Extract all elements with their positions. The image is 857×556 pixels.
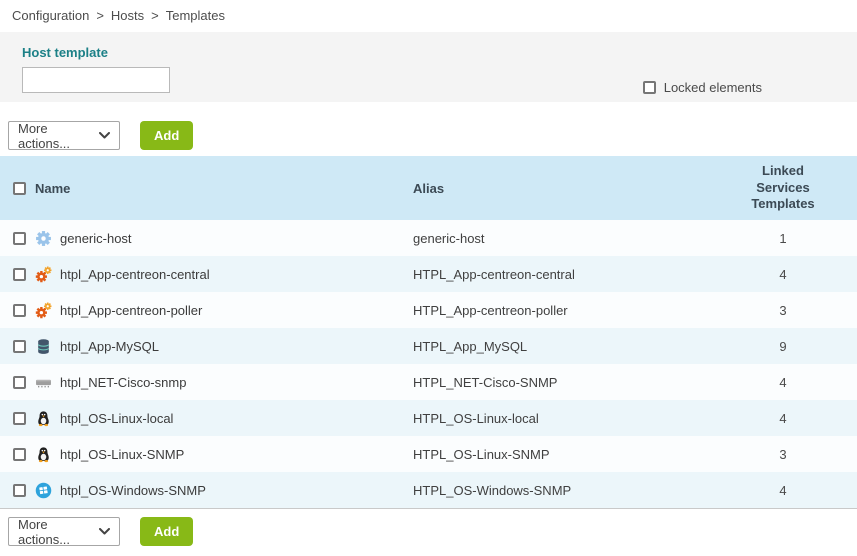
breadcrumb: Configuration > Hosts > Templates xyxy=(0,0,857,32)
top-action-bar: More actions... Add xyxy=(0,102,857,156)
row-checkbox[interactable] xyxy=(13,268,26,281)
breadcrumb-separator: > xyxy=(96,8,104,23)
template-name-link[interactable]: htpl_NET-Cisco-snmp xyxy=(60,375,186,390)
column-header-alias: Alias xyxy=(413,181,715,196)
table-row: htpl_OS-Linux-local HTPL_OS-Linux-local … xyxy=(0,400,857,436)
breadcrumb-separator: > xyxy=(151,8,159,23)
table-row: htpl_NET-Cisco-snmp HTPL_NET-Cisco-SNMP … xyxy=(0,364,857,400)
linked-services-count: 9 xyxy=(715,339,857,354)
template-name-link[interactable]: htpl_App-centreon-poller xyxy=(60,303,202,318)
template-name-link[interactable]: htpl_App-MySQL xyxy=(60,339,159,354)
alias-cell: HTPL_OS-Linux-SNMP xyxy=(413,447,715,462)
database-icon xyxy=(35,338,52,355)
linked-services-count: 4 xyxy=(715,267,857,282)
table-row: htpl_OS-Windows-SNMP HTPL_OS-Windows-SNM… xyxy=(0,472,857,508)
network-switch-icon xyxy=(35,374,52,391)
template-name-link[interactable]: htpl_OS-Windows-SNMP xyxy=(60,483,206,498)
table-row: htpl_App-centreon-central HTPL_App-centr… xyxy=(0,256,857,292)
select-all-checkbox[interactable] xyxy=(13,182,26,195)
linked-services-count: 3 xyxy=(715,447,857,462)
table-row: generic-host generic-host 1 xyxy=(0,220,857,256)
app-gears-icon xyxy=(35,302,52,319)
row-checkbox[interactable] xyxy=(13,340,26,353)
template-name-link[interactable]: htpl_App-centreon-central xyxy=(60,267,210,282)
breadcrumb-configuration[interactable]: Configuration xyxy=(12,8,89,23)
add-button[interactable]: Add xyxy=(140,121,193,150)
host-templates-table: Name Alias Linked Services Templates gen… xyxy=(0,156,857,509)
table-row: htpl_OS-Linux-SNMP HTPL_OS-Linux-SNMP 3 xyxy=(0,436,857,472)
row-checkbox[interactable] xyxy=(13,448,26,461)
table-row: htpl_App-MySQL HTPL_App_MySQL 9 xyxy=(0,328,857,364)
template-name-link[interactable]: generic-host xyxy=(60,231,132,246)
template-name-link[interactable]: htpl_OS-Linux-local xyxy=(60,411,173,426)
row-checkbox[interactable] xyxy=(13,412,26,425)
more-actions-label: More actions... xyxy=(18,121,99,151)
linked-services-count: 4 xyxy=(715,411,857,426)
alias-cell: HTPL_OS-Windows-SNMP xyxy=(413,483,715,498)
chevron-down-icon xyxy=(99,132,110,139)
locked-elements-checkbox[interactable] xyxy=(643,81,656,94)
bottom-action-bar: More actions... Add xyxy=(0,509,857,546)
breadcrumb-hosts[interactable]: Hosts xyxy=(111,8,144,23)
linked-services-count: 4 xyxy=(715,375,857,390)
alias-cell: HTPL_OS-Linux-local xyxy=(413,411,715,426)
more-actions-select[interactable]: More actions... xyxy=(8,121,120,150)
linux-tux-icon xyxy=(35,410,52,427)
more-actions-label: More actions... xyxy=(18,517,99,547)
gear-icon xyxy=(35,230,52,247)
locked-elements-label: Locked elements xyxy=(664,80,762,95)
app-gears-icon xyxy=(35,266,52,283)
windows-icon xyxy=(35,482,52,499)
row-checkbox[interactable] xyxy=(13,484,26,497)
alias-cell: HTPL_App-centreon-central xyxy=(413,267,715,282)
row-checkbox[interactable] xyxy=(13,232,26,245)
alias-cell: HTPL_App_MySQL xyxy=(413,339,715,354)
alias-cell: HTPL_NET-Cisco-SNMP xyxy=(413,375,715,390)
host-template-label: Host template xyxy=(22,45,170,60)
column-header-name: Name xyxy=(35,181,70,196)
row-checkbox[interactable] xyxy=(13,376,26,389)
linked-services-count: 4 xyxy=(715,483,857,498)
more-actions-select[interactable]: More actions... xyxy=(8,517,120,546)
alias-cell: generic-host xyxy=(413,231,715,246)
linked-services-count: 3 xyxy=(715,303,857,318)
chevron-down-icon xyxy=(99,528,110,535)
host-template-search-input[interactable] xyxy=(22,67,170,93)
column-header-linked-services-templates: Linked Services Templates xyxy=(715,163,857,214)
table-row: htpl_App-centreon-poller HTPL_App-centre… xyxy=(0,292,857,328)
breadcrumb-templates[interactable]: Templates xyxy=(166,8,225,23)
linked-services-count: 1 xyxy=(715,231,857,246)
table-header-row: Name Alias Linked Services Templates xyxy=(0,156,857,220)
alias-cell: HTPL_App-centreon-poller xyxy=(413,303,715,318)
template-name-link[interactable]: htpl_OS-Linux-SNMP xyxy=(60,447,184,462)
linux-tux-icon xyxy=(35,446,52,463)
row-checkbox[interactable] xyxy=(13,304,26,317)
add-button[interactable]: Add xyxy=(140,517,193,546)
filter-panel: Host template Locked elements xyxy=(0,32,857,102)
